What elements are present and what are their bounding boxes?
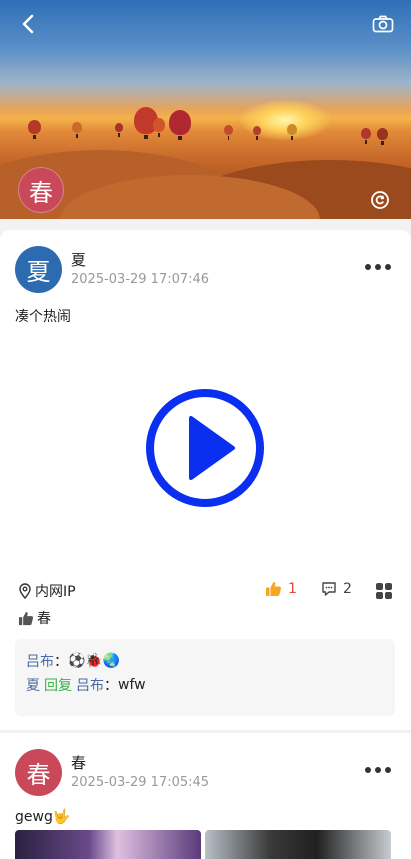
grid-menu-icon[interactable] xyxy=(376,583,392,599)
video-play-icon[interactable] xyxy=(145,388,265,508)
post-content: 凑个热闹 xyxy=(15,309,71,325)
comment-text: wfw xyxy=(118,677,146,693)
reply-to-name[interactable]: 吕布 xyxy=(76,675,104,695)
comment-count: 2 xyxy=(343,581,352,597)
location-text: 内网IP xyxy=(35,584,76,600)
more-options-icon[interactable] xyxy=(365,765,391,775)
balloon xyxy=(253,126,261,140)
comment-list: 吕布 ： ⚽🐞🌏 夏 回复 吕布 ： wfw xyxy=(15,639,395,716)
cover-banner: 春 xyxy=(0,0,411,219)
balloon xyxy=(224,125,233,140)
like-button[interactable]: 1 xyxy=(265,581,297,597)
liked-by-name[interactable]: 春 xyxy=(37,608,51,628)
comment-item[interactable]: 吕布 ： ⚽🐞🌏 xyxy=(26,649,384,673)
moment-post: 春 春 2025-03-29 17:05:45 gewg🤟 xyxy=(0,733,411,859)
thumbs-up-small-icon xyxy=(18,611,34,625)
balloon xyxy=(153,118,165,137)
balloon xyxy=(169,110,191,140)
post-image[interactable] xyxy=(15,830,201,859)
more-options-icon[interactable] xyxy=(365,262,391,272)
comment-separator: ： xyxy=(54,654,68,670)
balloon xyxy=(361,128,371,144)
balloon xyxy=(72,122,82,138)
commenter-name[interactable]: 吕布 xyxy=(26,651,54,671)
post-time: 2025-03-29 17:07:46 xyxy=(71,272,210,287)
cover-avatar[interactable]: 春 xyxy=(18,167,64,213)
post-time: 2025-03-29 17:05:45 xyxy=(71,775,210,790)
comment-icon xyxy=(322,582,336,596)
balloon xyxy=(115,123,123,137)
back-chevron-icon[interactable] xyxy=(14,10,42,38)
balloon xyxy=(377,128,388,145)
comment-button[interactable]: 2 xyxy=(321,581,352,597)
author-avatar[interactable]: 夏 xyxy=(15,246,62,293)
author-avatar[interactable]: 春 xyxy=(15,749,62,796)
refresh-icon[interactable] xyxy=(369,189,391,211)
moment-post: 夏 夏 2025-03-29 17:07:46 凑个热闹 内网IP 1 2 春 … xyxy=(0,230,411,730)
liked-by-row: 春 xyxy=(18,608,51,628)
balloon xyxy=(28,120,41,139)
location-pin-icon xyxy=(19,583,31,599)
post-content: gewg🤟 xyxy=(15,809,71,825)
post-meta-row: 内网IP 1 2 xyxy=(0,580,411,602)
post-image[interactable] xyxy=(205,830,391,859)
camera-icon[interactable] xyxy=(369,10,397,38)
like-count: 1 xyxy=(288,581,297,597)
author-name[interactable]: 夏 xyxy=(71,249,86,270)
comment-text: ⚽🐞🌏 xyxy=(68,653,121,669)
thumbs-up-icon xyxy=(266,582,282,596)
reply-label: 回复 xyxy=(44,678,72,694)
location: 内网IP xyxy=(18,581,76,601)
balloon xyxy=(287,124,297,140)
comment-item[interactable]: 夏 回复 吕布 ： wfw xyxy=(26,673,384,697)
author-name[interactable]: 春 xyxy=(71,752,86,773)
commenter-name[interactable]: 夏 xyxy=(26,675,40,695)
comment-separator: ： xyxy=(104,678,118,694)
